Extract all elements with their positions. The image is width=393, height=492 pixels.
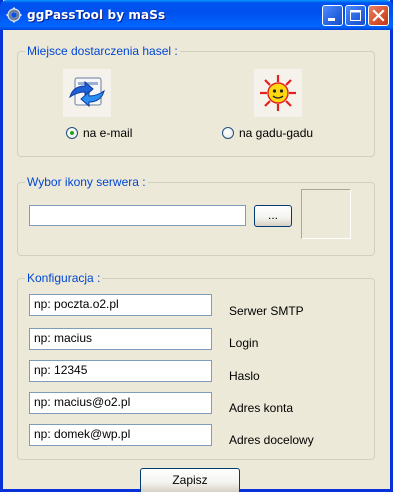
target-address-label: Adres docelowy bbox=[229, 433, 314, 447]
server-icon-path-input[interactable] bbox=[29, 205, 246, 226]
close-button[interactable] bbox=[368, 5, 389, 26]
maximize-button[interactable] bbox=[345, 5, 366, 26]
config-group-label: Konfiguracja : bbox=[25, 271, 103, 285]
delivery-group-label: Miejsce dostarczenia hasel : bbox=[25, 44, 180, 58]
radio-gg-label: na gadu-gadu bbox=[239, 126, 314, 140]
password-input[interactable]: np: 12345 bbox=[29, 360, 212, 382]
maximize-icon bbox=[350, 10, 361, 21]
smtp-server-label: Serwer SMTP bbox=[229, 304, 304, 318]
sun-icon[interactable] bbox=[254, 69, 302, 117]
smtp-server-input[interactable]: np: poczta.o2.pl bbox=[29, 294, 212, 316]
minimize-icon bbox=[328, 18, 335, 21]
radio-gg-button[interactable] bbox=[222, 127, 234, 139]
window-title: ggPassTool by maSs bbox=[27, 8, 166, 22]
close-icon bbox=[372, 9, 385, 22]
save-button[interactable]: Zapisz bbox=[140, 468, 240, 492]
delivery-group: Miejsce dostarczenia hasel : na e-mail n… bbox=[17, 44, 375, 157]
target-address-input[interactable]: np: domek@wp.pl bbox=[29, 424, 212, 446]
app-window: ggPassTool by maSs Miejsce dostarczenia … bbox=[0, 0, 393, 492]
server-icon-preview bbox=[301, 189, 351, 239]
login-input[interactable]: np: macius bbox=[29, 328, 212, 350]
account-address-label: Adres konta bbox=[229, 401, 294, 415]
password-label: Haslo bbox=[229, 369, 260, 383]
gear-icon bbox=[6, 7, 22, 23]
account-address-input[interactable]: np: macius@o2.pl bbox=[29, 392, 212, 414]
email-icon[interactable] bbox=[63, 69, 111, 117]
config-group: Konfiguracja : np: poczta.o2.pl Serwer S… bbox=[17, 271, 375, 460]
server-icon-group-label: Wybor ikony serwera : bbox=[25, 175, 148, 189]
radio-email[interactable]: na e-mail bbox=[66, 126, 132, 140]
server-icon-group: Wybor ikony serwera : ... bbox=[17, 175, 375, 256]
radio-gg[interactable]: na gadu-gadu bbox=[222, 126, 313, 140]
radio-email-button[interactable] bbox=[66, 127, 78, 139]
minimize-button[interactable] bbox=[322, 5, 343, 26]
login-label: Login bbox=[229, 336, 259, 350]
browse-button[interactable]: ... bbox=[254, 205, 292, 227]
radio-email-label: na e-mail bbox=[83, 126, 133, 140]
title-bar[interactable]: ggPassTool by maSs bbox=[0, 0, 393, 30]
